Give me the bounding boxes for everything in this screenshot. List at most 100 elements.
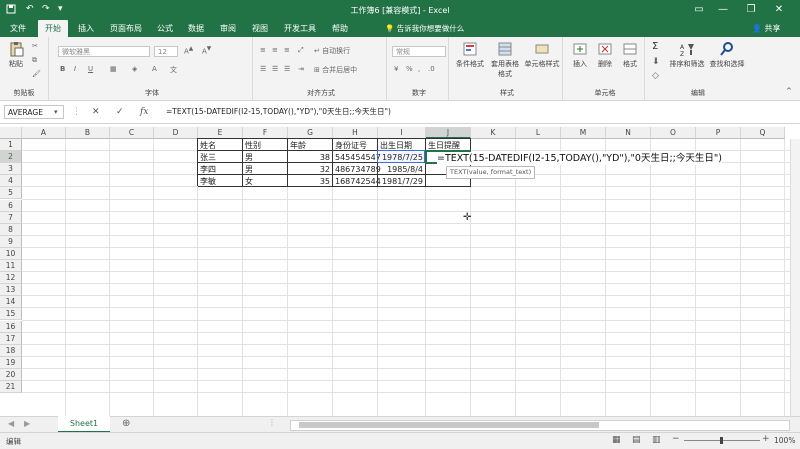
tab-page-layout[interactable]: 页面布局 [104, 20, 148, 37]
font-color-icon[interactable]: A [152, 65, 157, 73]
tab-formulas[interactable]: 公式 [152, 20, 178, 37]
find-select-button[interactable]: 查找和选择 [708, 41, 746, 69]
column-header-b[interactable]: B [66, 127, 110, 139]
row-header-12[interactable]: 12 [0, 272, 22, 285]
sort-filter-button[interactable]: AZ 排序和筛选 [668, 41, 706, 69]
align-right-icon[interactable]: ☰ [284, 65, 290, 73]
column-header-c[interactable]: C [110, 127, 154, 139]
italic-icon[interactable]: I [74, 65, 76, 73]
insert-cells-button[interactable]: 插入 [568, 41, 592, 69]
comma-icon[interactable]: , [418, 65, 420, 73]
horizontal-scrollbar[interactable] [290, 420, 790, 431]
tab-data[interactable]: 数据 [182, 20, 210, 37]
row-header-14[interactable]: 14 [0, 296, 22, 309]
row-header-9[interactable]: 9 [0, 235, 22, 248]
row-header-16[interactable]: 16 [0, 320, 22, 333]
column-header-o[interactable]: O [651, 127, 696, 139]
zoom-level[interactable]: 100% [774, 436, 795, 445]
tab-split-icon[interactable]: ⋮ [268, 418, 276, 427]
row-header-7[interactable]: 7 [0, 211, 22, 224]
fill-color-icon[interactable]: ◈ [132, 65, 137, 73]
cancel-icon[interactable]: ✕ [92, 105, 100, 119]
sheet-tab-sheet1[interactable]: Sheet1 [58, 416, 110, 433]
row-header-11[interactable]: 11 [0, 260, 22, 273]
column-header-k[interactable]: K [471, 127, 516, 139]
minimize-icon[interactable]: — [712, 2, 734, 18]
ribbon-options-icon[interactable]: ▭ [688, 2, 710, 18]
row-header-6[interactable]: 6 [0, 199, 22, 212]
add-sheet-icon[interactable]: ⊕ [122, 418, 130, 429]
insert-function-icon[interactable]: fx [140, 105, 148, 119]
wrap-text-button[interactable]: ↵ 自动换行 [314, 46, 350, 56]
restore-icon[interactable]: ❐ [740, 2, 762, 18]
row-header-4[interactable]: 4 [0, 175, 22, 188]
tab-insert[interactable]: 插入 [72, 20, 100, 37]
row-header-20[interactable]: 20 [0, 368, 22, 381]
page-layout-view-icon[interactable]: ▤ [632, 435, 641, 445]
zoom-slider[interactable] [684, 437, 760, 444]
column-header-n[interactable]: N [606, 127, 651, 139]
tab-help[interactable]: 帮助 [326, 20, 354, 37]
row-header-19[interactable]: 19 [0, 356, 22, 369]
fill-icon[interactable]: ⬇ [652, 57, 660, 67]
column-header-l[interactable]: L [516, 127, 561, 139]
horizontal-scroll-thumb[interactable] [299, 422, 599, 428]
zoom-slider-thumb[interactable] [720, 437, 723, 444]
collapse-ribbon-icon[interactable]: ^ [786, 87, 792, 95]
align-top-icon[interactable]: ≡ [260, 46, 266, 54]
font-name-select[interactable]: 微软雅黑 [58, 46, 150, 57]
paste-button[interactable]: 粘贴 [4, 41, 28, 69]
column-header-m[interactable]: M [561, 127, 606, 139]
column-header-d[interactable]: D [154, 127, 198, 139]
font-size-select[interactable]: 12 [154, 46, 178, 57]
row-header-1[interactable]: 1 [0, 139, 22, 152]
close-icon[interactable]: ✕ [768, 2, 790, 18]
indent-icon[interactable]: ⇥ [298, 65, 304, 73]
phonetic-icon[interactable]: 文 [170, 65, 177, 75]
autosum-icon[interactable]: Σ [652, 41, 658, 52]
row-header-2[interactable]: 2 [0, 151, 22, 164]
format-painter-icon[interactable]: 🖌 [32, 70, 41, 78]
page-break-view-icon[interactable]: ▥ [652, 435, 661, 445]
zoom-in-icon[interactable]: + [762, 434, 770, 444]
normal-view-icon[interactable]: ▦ [612, 435, 621, 445]
row-header-18[interactable]: 18 [0, 344, 22, 357]
percent-icon[interactable]: % [406, 65, 413, 73]
formula-input[interactable]: =TEXT(15-DATEDIF(I2-15,TODAY(),"YD"),"0天… [166, 105, 391, 119]
decimal-icon[interactable]: .0 [428, 65, 435, 73]
row-header-13[interactable]: 13 [0, 284, 22, 297]
underline-icon[interactable]: U [88, 65, 93, 73]
enter-icon[interactable]: ✓ [116, 105, 124, 119]
format-cells-button[interactable]: 格式 [618, 41, 642, 69]
tab-review[interactable]: 审阅 [214, 20, 242, 37]
column-header-p[interactable]: P [696, 127, 741, 139]
merge-center-button[interactable]: ⊞ 合并后居中 [314, 65, 357, 75]
conditional-format-button[interactable]: 条件格式 [454, 41, 486, 69]
delete-cells-button[interactable]: 删除 [593, 41, 617, 69]
border-icon[interactable]: ▦ [110, 65, 117, 73]
cell-edit-text[interactable]: =TEXT(15-DATEDIF(I2-15,TODAY(),"YD"),"0天… [437, 152, 722, 165]
tab-home[interactable]: 开始 [38, 20, 68, 37]
currency-icon[interactable]: ¥ [394, 65, 398, 73]
row-header-5[interactable]: 5 [0, 187, 22, 200]
next-sheet-icon[interactable]: ▶ [24, 419, 30, 428]
bold-icon[interactable]: B [60, 65, 65, 73]
column-header-a[interactable]: A [22, 127, 66, 139]
share-button[interactable]: 👤 共享 [752, 20, 781, 37]
vertical-scrollbar[interactable] [790, 139, 800, 416]
align-bottom-icon[interactable]: ≡ [284, 46, 290, 54]
row-header-3[interactable]: 3 [0, 163, 22, 176]
decrease-font-icon[interactable]: A▼ [202, 46, 211, 55]
tell-me-search[interactable]: 💡 告诉我你想要做什么 [385, 20, 464, 37]
prev-sheet-icon[interactable]: ◀ [8, 419, 14, 428]
align-center-icon[interactable]: ☰ [272, 65, 278, 73]
tab-file[interactable]: 文件 [4, 20, 32, 37]
format-as-table-button[interactable]: 套用表格格式 [488, 41, 522, 79]
tab-developer[interactable]: 开发工具 [278, 20, 322, 37]
increase-font-icon[interactable]: A▲ [184, 46, 193, 55]
clear-icon[interactable]: ◇ [652, 71, 659, 81]
align-left-icon[interactable]: ☰ [260, 65, 266, 73]
column-header-q[interactable]: Q [741, 127, 785, 139]
row-header-21[interactable]: 21 [0, 381, 22, 394]
row-header-8[interactable]: 8 [0, 223, 22, 236]
